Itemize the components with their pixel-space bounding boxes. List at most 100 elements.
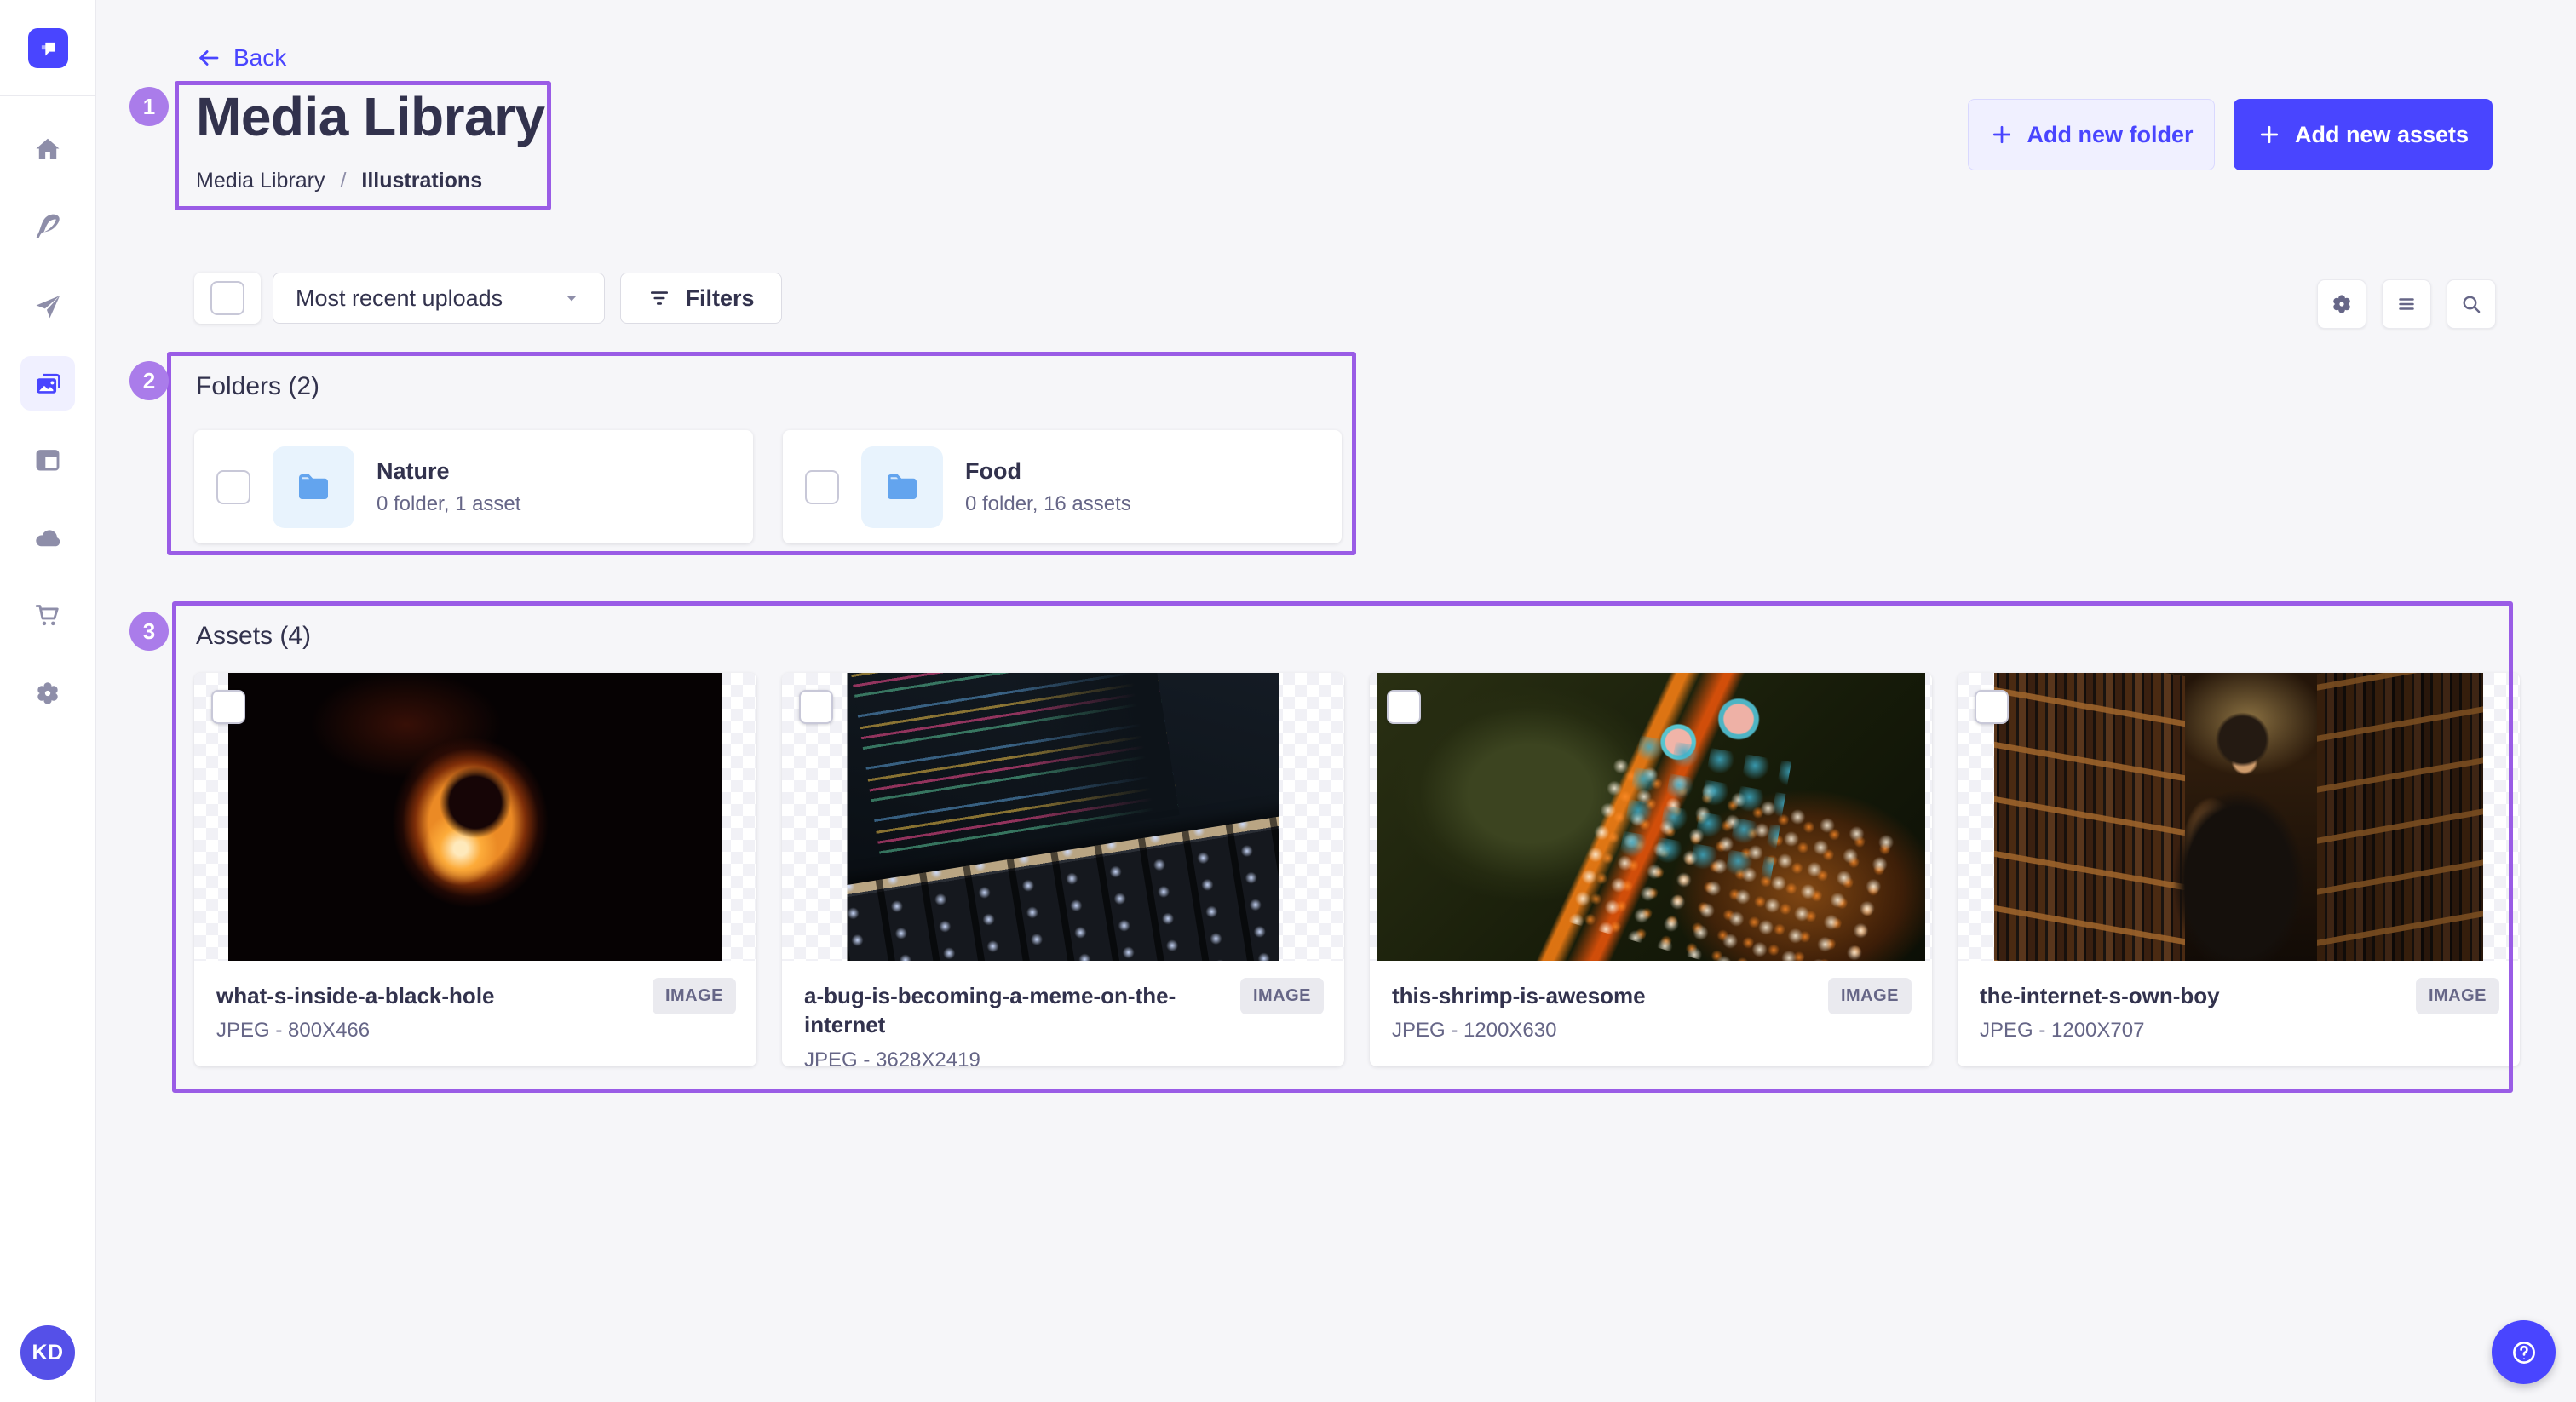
breadcrumb: Media Library / Illustrations (196, 169, 482, 193)
strapi-logo[interactable] (28, 28, 68, 68)
asset-card[interactable]: a-bug-is-becoming-a-meme-on-the-internet… (782, 673, 1344, 1066)
section-title-folders: Folders (2) (196, 372, 319, 401)
asset-footer: a-bug-is-becoming-a-meme-on-the-internet… (782, 961, 1344, 1072)
add-new-assets-button[interactable]: Add new assets (2234, 99, 2493, 170)
cloud-icon (32, 523, 63, 554)
breadcrumb-item-media-library[interactable]: Media Library (196, 169, 325, 193)
asset-thumbnail[interactable] (782, 673, 1344, 961)
select-all-container (194, 273, 261, 324)
avatar-initials: KD (32, 1341, 63, 1365)
back-label: Back (233, 44, 286, 72)
asset-card[interactable]: what-s-inside-a-black-hole JPEG - 800X46… (194, 673, 756, 1066)
folder-card-nature[interactable]: Nature 0 folder, 1 asset (194, 430, 753, 543)
back-link[interactable]: Back (196, 43, 286, 73)
question-mark-icon (2510, 1338, 2539, 1367)
settings-button[interactable] (2317, 279, 2366, 329)
folder-icon-tile (861, 446, 943, 528)
filter-icon (647, 286, 671, 310)
asset-meta: JPEG - 800X466 (216, 1019, 734, 1043)
folder-icon (882, 467, 923, 508)
folder-meta: 0 folder, 1 asset (377, 492, 520, 516)
folder-text: Nature 0 folder, 1 asset (377, 458, 520, 516)
user-avatar[interactable]: KD (20, 1325, 75, 1380)
sidebar-item-content[interactable] (20, 199, 75, 254)
feather-icon (32, 211, 63, 242)
thumbnail-art (848, 673, 1279, 961)
page-title: Media Library (196, 85, 545, 148)
thumbnail-art (1377, 673, 1925, 961)
asset-checkbox[interactable] (211, 690, 245, 724)
help-button[interactable] (2492, 1320, 2556, 1384)
asset-footer: what-s-inside-a-black-hole JPEG - 800X46… (194, 961, 756, 1043)
asset-meta: JPEG - 1200X630 (1392, 1019, 1910, 1043)
add-new-folder-label: Add new folder (2027, 122, 2194, 148)
list-view-button[interactable] (2382, 279, 2431, 329)
sidebar-item-cloud[interactable] (20, 511, 75, 566)
select-all-checkbox[interactable] (210, 281, 244, 315)
filters-button[interactable]: Filters (620, 273, 782, 324)
gear-icon (32, 678, 63, 709)
asset-type-badge: IMAGE (1240, 978, 1324, 1014)
folder-name: Nature (377, 458, 520, 485)
add-new-assets-label: Add new assets (2295, 122, 2469, 148)
add-new-folder-button[interactable]: Add new folder (1968, 99, 2215, 170)
sidebar-item-releases[interactable] (20, 279, 75, 334)
arrow-left-icon (196, 45, 221, 71)
breadcrumb-item-illustrations: Illustrations (361, 169, 482, 193)
asset-checkbox[interactable] (1387, 690, 1421, 724)
asset-footer: this-shrimp-is-awesome JPEG - 1200X630 I… (1370, 961, 1932, 1043)
sidebar-item-home[interactable] (20, 123, 75, 177)
asset-card[interactable]: the-internet-s-own-boy JPEG - 1200X707 I… (1958, 673, 2520, 1066)
folder-checkbox[interactable] (216, 470, 250, 504)
annotation-marker-2: 2 (129, 361, 169, 400)
asset-thumbnail[interactable] (1370, 673, 1932, 961)
folder-meta: 0 folder, 16 assets (965, 492, 1131, 516)
sidebar-item-media-library[interactable] (20, 356, 75, 411)
sidebar-item-marketplace[interactable] (20, 588, 75, 642)
folder-icon-tile (273, 446, 354, 528)
sidebar-logo-area (0, 0, 95, 96)
home-icon (32, 135, 63, 165)
list-icon (2394, 291, 2419, 317)
thumbnail-art (2141, 696, 2337, 961)
breadcrumb-separator: / (340, 169, 346, 193)
thumbnail-art (1994, 673, 2483, 961)
search-button[interactable] (2447, 279, 2496, 329)
asset-thumbnail[interactable] (194, 673, 756, 961)
plus-icon (2257, 123, 2281, 147)
folder-text: Food 0 folder, 16 assets (965, 458, 1131, 516)
sort-dropdown-value: Most recent uploads (296, 285, 503, 312)
asset-meta: JPEG - 3628X2419 (804, 1049, 1322, 1072)
sort-dropdown[interactable]: Most recent uploads (273, 273, 605, 324)
asset-checkbox[interactable] (1975, 690, 2009, 724)
section-title-assets: Assets (4) (196, 622, 311, 651)
folder-name: Food (965, 458, 1131, 485)
asset-card[interactable]: this-shrimp-is-awesome JPEG - 1200X630 I… (1370, 673, 1932, 1066)
cart-icon (32, 600, 63, 630)
annotation-marker-3: 3 (129, 612, 169, 651)
search-icon (2458, 291, 2484, 317)
asset-type-badge: IMAGE (653, 978, 736, 1014)
asset-type-badge: IMAGE (1828, 978, 1912, 1014)
asset-footer: the-internet-s-own-boy JPEG - 1200X707 I… (1958, 961, 2520, 1043)
asset-checkbox[interactable] (799, 690, 833, 724)
folder-icon (293, 467, 334, 508)
thumbnail-art (228, 673, 722, 961)
media-library-icon (32, 368, 63, 399)
annotation-marker-1: 1 (129, 87, 169, 126)
asset-meta: JPEG - 1200X707 (1980, 1019, 2498, 1043)
sidebar-item-content-type-builder[interactable] (20, 433, 75, 487)
strapi-logo-icon (37, 37, 60, 60)
folder-checkbox[interactable] (805, 470, 839, 504)
paper-plane-icon (32, 291, 63, 322)
folder-card-food[interactable]: Food 0 folder, 16 assets (783, 430, 1342, 543)
sidebar-item-settings[interactable] (20, 666, 75, 721)
asset-type-badge: IMAGE (2416, 978, 2499, 1014)
plus-icon (1990, 123, 2014, 147)
asset-thumbnail[interactable] (1958, 673, 2520, 961)
sidebar: KD (0, 0, 96, 1402)
chevron-down-icon (561, 288, 582, 308)
filters-label: Filters (685, 285, 754, 312)
gear-icon (2329, 291, 2355, 317)
layout-icon (32, 445, 63, 475)
